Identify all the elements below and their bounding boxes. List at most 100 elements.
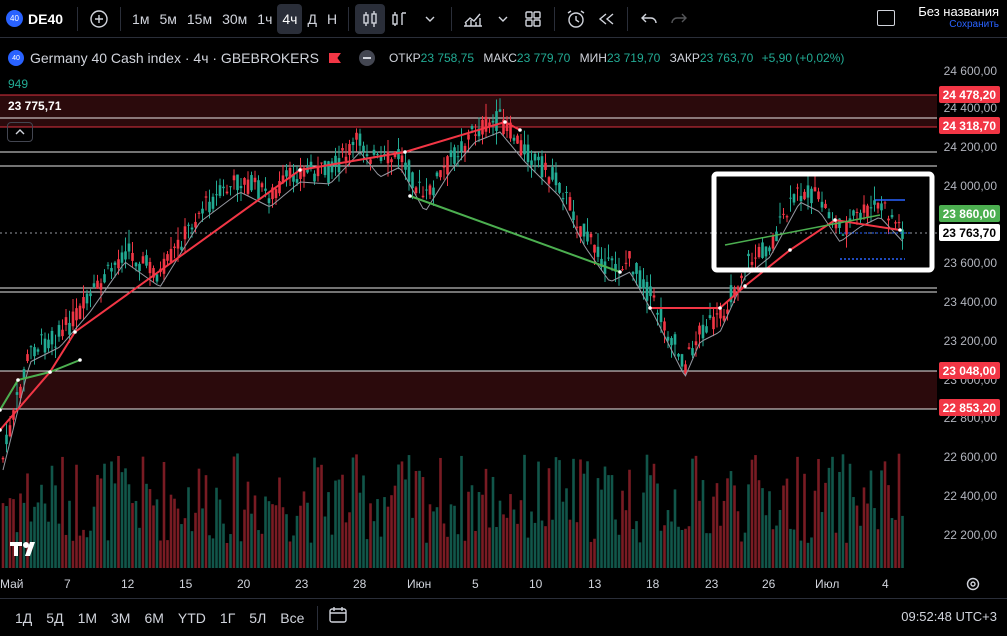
volume-bar xyxy=(890,518,894,568)
templates-button[interactable] xyxy=(518,4,548,34)
volume-bar xyxy=(887,485,890,568)
candle-body xyxy=(103,274,106,283)
compare-add-button[interactable] xyxy=(84,4,114,34)
volume-bar xyxy=(124,468,127,568)
volume-bar xyxy=(596,478,600,568)
gear-icon[interactable] xyxy=(965,576,981,597)
volume-bar xyxy=(85,537,89,568)
volume-bar xyxy=(274,505,278,568)
candle-body xyxy=(190,227,194,230)
range-6m[interactable]: 6М xyxy=(144,610,163,626)
candle-body xyxy=(736,286,740,290)
flag-icon[interactable] xyxy=(328,53,341,63)
indicators-button[interactable] xyxy=(385,4,415,34)
candle-body xyxy=(274,189,278,199)
candle-body xyxy=(411,172,414,189)
tf-week[interactable]: Н xyxy=(322,4,342,34)
candle-body xyxy=(568,197,572,211)
volume-bar xyxy=(379,536,383,568)
fullscreen-icon[interactable] xyxy=(877,10,895,26)
date-range-icon[interactable] xyxy=(328,606,348,629)
time-axis-label: 18 xyxy=(646,577,660,591)
indicators-dropdown[interactable] xyxy=(488,4,518,34)
volume-bar xyxy=(603,466,607,568)
price-chart[interactable] xyxy=(0,39,1007,596)
minus-circle-icon[interactable] xyxy=(358,50,375,66)
legend-title[interactable]: Germany 40 Cash index · 4ч · GBEBROKERS xyxy=(30,50,319,66)
range-all[interactable]: Все xyxy=(280,610,304,626)
collapse-legend-button[interactable] xyxy=(7,122,33,142)
tf-1m[interactable]: 1м xyxy=(127,4,154,34)
volume-bar xyxy=(57,523,61,568)
tf-1h[interactable]: 1ч xyxy=(252,4,277,34)
layout-title[interactable]: Без названия Сохранить xyxy=(918,4,999,30)
candle-body xyxy=(446,156,449,175)
range-1m[interactable]: 1М xyxy=(78,610,97,626)
candle-body xyxy=(428,185,432,195)
candle-body xyxy=(862,204,866,213)
candle-body xyxy=(523,144,526,155)
tf-4h[interactable]: 4ч xyxy=(277,3,303,34)
clock-timezone[interactable]: 09:52:48 UTC+3 xyxy=(901,609,997,624)
range-3m[interactable]: 3М xyxy=(111,610,130,626)
volume-bar xyxy=(537,461,540,568)
volume-bar xyxy=(670,521,673,568)
candle-body xyxy=(323,160,327,176)
candle-body xyxy=(113,262,117,265)
undo-button[interactable] xyxy=(634,4,664,34)
ohlc-values: ОТКР23 758,75 МАКС23 779,70 МИН23 719,70… xyxy=(388,51,845,65)
indicators-menu-button[interactable] xyxy=(458,4,488,34)
redo-button[interactable] xyxy=(664,4,694,34)
candle-body xyxy=(26,354,29,362)
volume-bar xyxy=(313,457,316,568)
volume-bar xyxy=(260,533,264,568)
volume-bar xyxy=(673,489,677,568)
tradingview-logo-icon[interactable] xyxy=(10,540,42,563)
volume-bar xyxy=(785,478,789,568)
candle-body xyxy=(110,267,113,272)
range-1y[interactable]: 1Г xyxy=(220,610,235,626)
candle-body xyxy=(638,270,642,288)
volume-bar xyxy=(54,485,57,568)
candle-body xyxy=(124,251,127,260)
volume-bar xyxy=(183,518,187,568)
volume-bar xyxy=(750,459,754,568)
candles-button[interactable] xyxy=(355,3,386,34)
volume-bar xyxy=(1,503,5,568)
range-1d[interactable]: 1Д xyxy=(15,610,32,626)
tf-5m[interactable]: 5м xyxy=(154,4,181,34)
volume-bar xyxy=(281,507,285,568)
toolbar-divider xyxy=(627,6,629,31)
range-ytd[interactable]: YTD xyxy=(178,610,206,626)
range-5d[interactable]: 5Д xyxy=(46,610,63,626)
time-axis-label: Июл xyxy=(815,577,840,591)
volume-bar xyxy=(159,540,162,568)
volume-bar xyxy=(131,503,134,568)
save-layout-link[interactable]: Сохранить xyxy=(918,19,999,30)
chevron-down-icon xyxy=(425,16,435,22)
range-5y[interactable]: 5Л xyxy=(249,610,266,626)
candle-body xyxy=(134,262,138,267)
alert-button[interactable] xyxy=(561,4,591,34)
candle-body xyxy=(722,315,726,321)
candle-body xyxy=(99,283,103,290)
candle-body xyxy=(43,338,47,353)
volume-bar xyxy=(432,511,435,568)
symbol-search[interactable]: 40 DE40 xyxy=(0,4,71,34)
volume-bar xyxy=(600,489,603,568)
tf-15m[interactable]: 15м xyxy=(182,4,217,34)
tf-day[interactable]: Д xyxy=(302,4,321,34)
candle-body xyxy=(645,281,649,301)
candle-body xyxy=(358,133,362,146)
volume-bar xyxy=(428,504,432,568)
volume-bar xyxy=(285,514,288,568)
replay-button[interactable] xyxy=(591,4,621,34)
tf-30m[interactable]: 30м xyxy=(217,4,252,34)
chart-type-dropdown[interactable] xyxy=(415,4,445,34)
candle-body xyxy=(218,185,222,196)
volume-bar xyxy=(425,542,428,568)
volume-bar xyxy=(764,515,768,568)
volume-bar xyxy=(631,529,635,568)
candle-body xyxy=(348,144,351,156)
volume-bar xyxy=(383,497,386,568)
